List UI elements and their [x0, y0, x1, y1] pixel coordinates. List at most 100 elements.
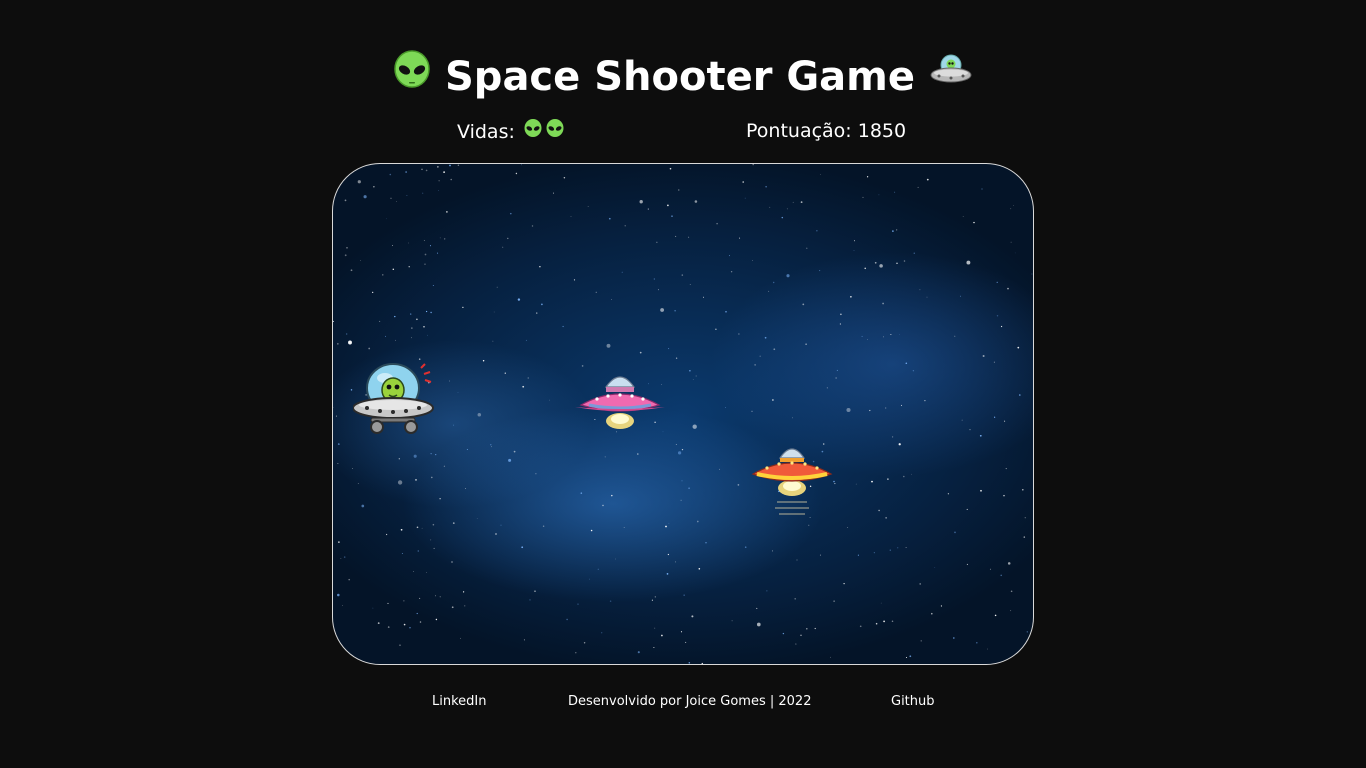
star: [781, 216, 784, 219]
star: [462, 306, 464, 309]
star: [719, 468, 720, 470]
star: [390, 197, 392, 199]
star: [587, 205, 589, 207]
star: [611, 494, 613, 497]
star: [996, 315, 999, 317]
star: [912, 370, 915, 372]
game-area[interactable]: [332, 163, 1034, 665]
star: [437, 166, 439, 168]
star: [647, 208, 649, 210]
star: [535, 473, 537, 475]
star: [611, 299, 612, 300]
star: [883, 336, 884, 338]
star: [678, 189, 680, 191]
star: [866, 176, 869, 178]
star: [1023, 167, 1026, 170]
star: [357, 180, 361, 184]
score-value: 1850: [857, 120, 907, 142]
star: [1010, 590, 1013, 593]
star: [348, 340, 352, 345]
star: [536, 312, 538, 314]
star: [466, 448, 468, 451]
star: [541, 303, 543, 306]
star: [398, 458, 400, 460]
star: [768, 290, 770, 292]
star: [902, 475, 905, 478]
star: [738, 333, 740, 335]
star: [900, 404, 903, 406]
star: [1007, 562, 1011, 565]
star: [668, 522, 670, 524]
star: [1007, 287, 1009, 290]
star: [905, 362, 908, 365]
star: [500, 524, 502, 526]
star: [656, 241, 658, 243]
star: [424, 263, 426, 265]
star: [669, 167, 672, 170]
star: [853, 240, 856, 242]
star: [396, 200, 397, 202]
star: [882, 302, 884, 305]
star: [819, 554, 821, 556]
star: [444, 238, 446, 240]
star: [843, 582, 845, 585]
star: [446, 211, 448, 213]
star: [816, 230, 818, 232]
star: [765, 186, 767, 188]
star: [878, 509, 880, 512]
star: [752, 260, 753, 261]
linkedin-link[interactable]: LinkedIn: [432, 693, 486, 711]
star: [703, 296, 704, 298]
star: [438, 180, 440, 182]
star: [692, 378, 694, 380]
star: [387, 602, 389, 604]
star: [1028, 178, 1030, 180]
star: [413, 454, 417, 458]
star: [1022, 488, 1024, 491]
star: [897, 547, 899, 549]
star: [372, 291, 374, 294]
star: [337, 343, 339, 345]
star: [771, 550, 773, 552]
star: [1010, 208, 1012, 210]
star: [820, 174, 821, 176]
star: [604, 456, 606, 458]
star: [426, 334, 428, 336]
star: [344, 199, 347, 202]
star: [701, 662, 704, 664]
star: [419, 621, 422, 623]
star: [639, 200, 643, 204]
star: [348, 578, 350, 581]
star: [926, 178, 929, 181]
star: [438, 190, 440, 191]
star: [739, 237, 741, 239]
star: [890, 334, 892, 336]
star: [346, 333, 348, 335]
star: [549, 399, 550, 401]
star: [453, 424, 455, 426]
page-title: Space Shooter Game: [0, 50, 1366, 104]
star: [340, 557, 342, 559]
star: [408, 266, 410, 268]
star: [878, 194, 880, 196]
star: [899, 334, 900, 335]
star: [502, 246, 504, 248]
star: [449, 164, 451, 167]
star: [806, 627, 808, 630]
star: [385, 335, 386, 337]
player-ship[interactable]: [352, 362, 435, 440]
github-link[interactable]: Github: [891, 693, 935, 711]
star: [504, 372, 506, 374]
star: [982, 355, 985, 357]
star: [525, 339, 527, 341]
star: [621, 271, 623, 273]
star: [675, 443, 677, 445]
star: [520, 164, 522, 166]
star: [800, 634, 802, 637]
star: [694, 200, 698, 203]
star: [919, 289, 921, 291]
star: [435, 595, 437, 597]
star: [403, 623, 406, 626]
star: [423, 240, 425, 241]
star: [954, 335, 956, 337]
